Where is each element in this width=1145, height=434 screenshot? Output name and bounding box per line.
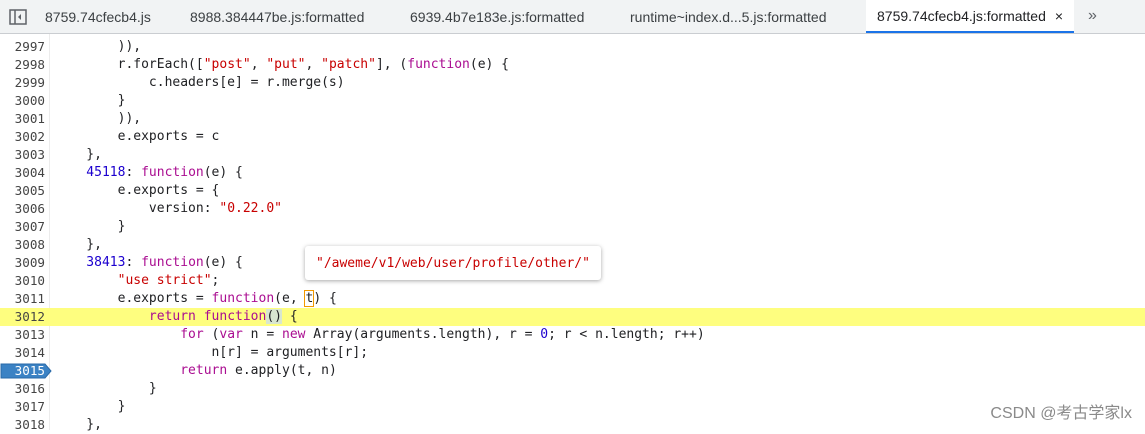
code-line-3012-paused[interactable]: 3012 return function() { — [0, 308, 1145, 326]
code-line-3018[interactable]: 3018 }, — [0, 416, 1145, 434]
line-number[interactable]: 3012 — [0, 308, 45, 326]
code-text: } — [55, 381, 157, 396]
code-text: 38413: function(e) { — [55, 255, 243, 270]
line-number[interactable]: 3008 — [0, 236, 45, 254]
code-line-3007[interactable]: 3007 } — [0, 218, 1145, 236]
line-number[interactable]: 3018 — [0, 416, 45, 434]
line-number[interactable]: 3016 — [0, 380, 45, 398]
code-text: e.exports = { — [55, 183, 220, 198]
code-text: )), — [55, 39, 142, 54]
line-number[interactable]: 3014 — [0, 344, 45, 362]
line-number[interactable]: 2997 — [0, 38, 45, 56]
line-number[interactable]: 2998 — [0, 56, 45, 74]
code-line-3014[interactable]: 3014 n[r] = arguments[r]; — [0, 344, 1145, 362]
variable-value-tooltip: "/aweme/v1/web/user/profile/other/" — [305, 246, 601, 280]
line-number[interactable]: 3015 — [0, 362, 45, 380]
code-line-3001[interactable]: 3001 )), — [0, 110, 1145, 128]
code-line-3013[interactable]: 3013 for (var n = new Array(arguments.le… — [0, 326, 1145, 344]
tab-8759-source[interactable]: 8759.74cfecb4.js — [45, 0, 151, 33]
code-line-3016[interactable]: 3016 } — [0, 380, 1145, 398]
code-text: "use strict"; — [55, 273, 220, 288]
line-number[interactable]: 3011 — [0, 290, 45, 308]
line-number[interactable]: 3002 — [0, 128, 45, 146]
code-line-3006[interactable]: 3006 version: "0.22.0" — [0, 200, 1145, 218]
code-text: e.exports = c — [55, 129, 220, 144]
tooltip-value: "/aweme/v1/web/user/profile/other/" — [316, 255, 590, 271]
line-number[interactable]: 3003 — [0, 146, 45, 164]
code-line-2997[interactable]: 2997 )), — [0, 38, 1145, 56]
code-line-3011[interactable]: 3011 e.exports = function(e, t) { — [0, 290, 1145, 308]
line-number[interactable]: 3004 — [0, 164, 45, 182]
line-number[interactable]: 3010 — [0, 272, 45, 290]
sidebar-toggle-icon — [9, 9, 27, 25]
code-text: return e.apply(t, n) — [180, 363, 337, 378]
code-text: } — [55, 93, 126, 108]
code-text: r.forEach(["post", "put", "patch"], (fun… — [55, 57, 510, 72]
toggle-navigator-button[interactable] — [8, 7, 28, 27]
code-line-3004[interactable]: 3004 45118: function(e) { — [0, 164, 1145, 182]
code-line-2998[interactable]: 2998 r.forEach(["post", "put", "patch"],… — [0, 56, 1145, 74]
code-text: }, — [55, 147, 102, 162]
tab-8759-formatted[interactable]: 8759.74cfecb4.js:formatted × — [866, 0, 1075, 33]
line-number[interactable]: 3009 — [0, 254, 45, 272]
code-text: c.headers[e] = r.merge(s) — [55, 75, 345, 90]
code-text: } — [55, 219, 126, 234]
line-number[interactable]: 3017 — [0, 398, 45, 416]
code-line-3002[interactable]: 3002 e.exports = c — [0, 128, 1145, 146]
tab-label: 6939.4b7e183e.js:formatted — [410, 8, 585, 25]
tab-label: 8759.74cfecb4.js:formatted — [877, 7, 1046, 24]
tab-label: 8988.384447be.js:formatted — [190, 8, 365, 25]
code-text: 45118: function(e) { — [55, 165, 243, 180]
code-line-3003[interactable]: 3003 }, — [0, 146, 1145, 164]
tab-8988-formatted[interactable]: 8988.384447be.js:formatted — [190, 0, 364, 33]
code-text: } — [55, 399, 126, 414]
line-number[interactable]: 3007 — [0, 218, 45, 236]
tab-runtime-index-formatted[interactable]: runtime~index.d...5.js:formatted — [630, 0, 827, 33]
tab-label: 8759.74cfecb4.js — [45, 8, 151, 25]
code-text: }, — [55, 417, 102, 432]
code-text: )), — [55, 111, 142, 126]
tab-label: runtime~index.d...5.js:formatted — [630, 8, 827, 25]
line-number[interactable]: 2999 — [0, 74, 45, 92]
tab-6939-formatted[interactable]: 6939.4b7e183e.js:formatted — [410, 0, 584, 33]
code-line-3017[interactable]: 3017 } — [0, 398, 1145, 416]
line-number[interactable]: 3006 — [0, 200, 45, 218]
line-number[interactable]: 3013 — [0, 326, 45, 344]
editor-tab-bar: 8759.74cfecb4.js 8988.384447be.js:format… — [0, 0, 1145, 34]
code-line-3000[interactable]: 3000 } — [0, 92, 1145, 110]
code-text: n[r] = arguments[r]; — [55, 345, 369, 360]
code-line-2999[interactable]: 2999 c.headers[e] = r.merge(s) — [0, 74, 1145, 92]
code-text: return function() { — [55, 309, 298, 324]
code-line-3005[interactable]: 3005 e.exports = { — [0, 182, 1145, 200]
code-text: version: "0.22.0" — [55, 201, 282, 216]
line-number[interactable]: 3001 — [0, 110, 45, 128]
breakpoint-marker[interactable]: 3015 — [0, 362, 52, 380]
code-line-3015[interactable]: 3015 return e.apply(t, n) — [0, 362, 1145, 380]
line-number[interactable]: 3005 — [0, 182, 45, 200]
csdn-watermark: CSDN @考古学家lx — [990, 405, 1132, 422]
more-tabs-icon[interactable]: » — [1088, 7, 1097, 25]
line-number[interactable]: 3000 — [0, 92, 45, 110]
code-text: e.exports = function(e, t) { — [55, 290, 337, 307]
code-text: }, — [55, 237, 102, 252]
close-icon[interactable]: × — [1055, 8, 1063, 24]
code-text: for (var n = new Array(arguments.length)… — [180, 327, 705, 342]
